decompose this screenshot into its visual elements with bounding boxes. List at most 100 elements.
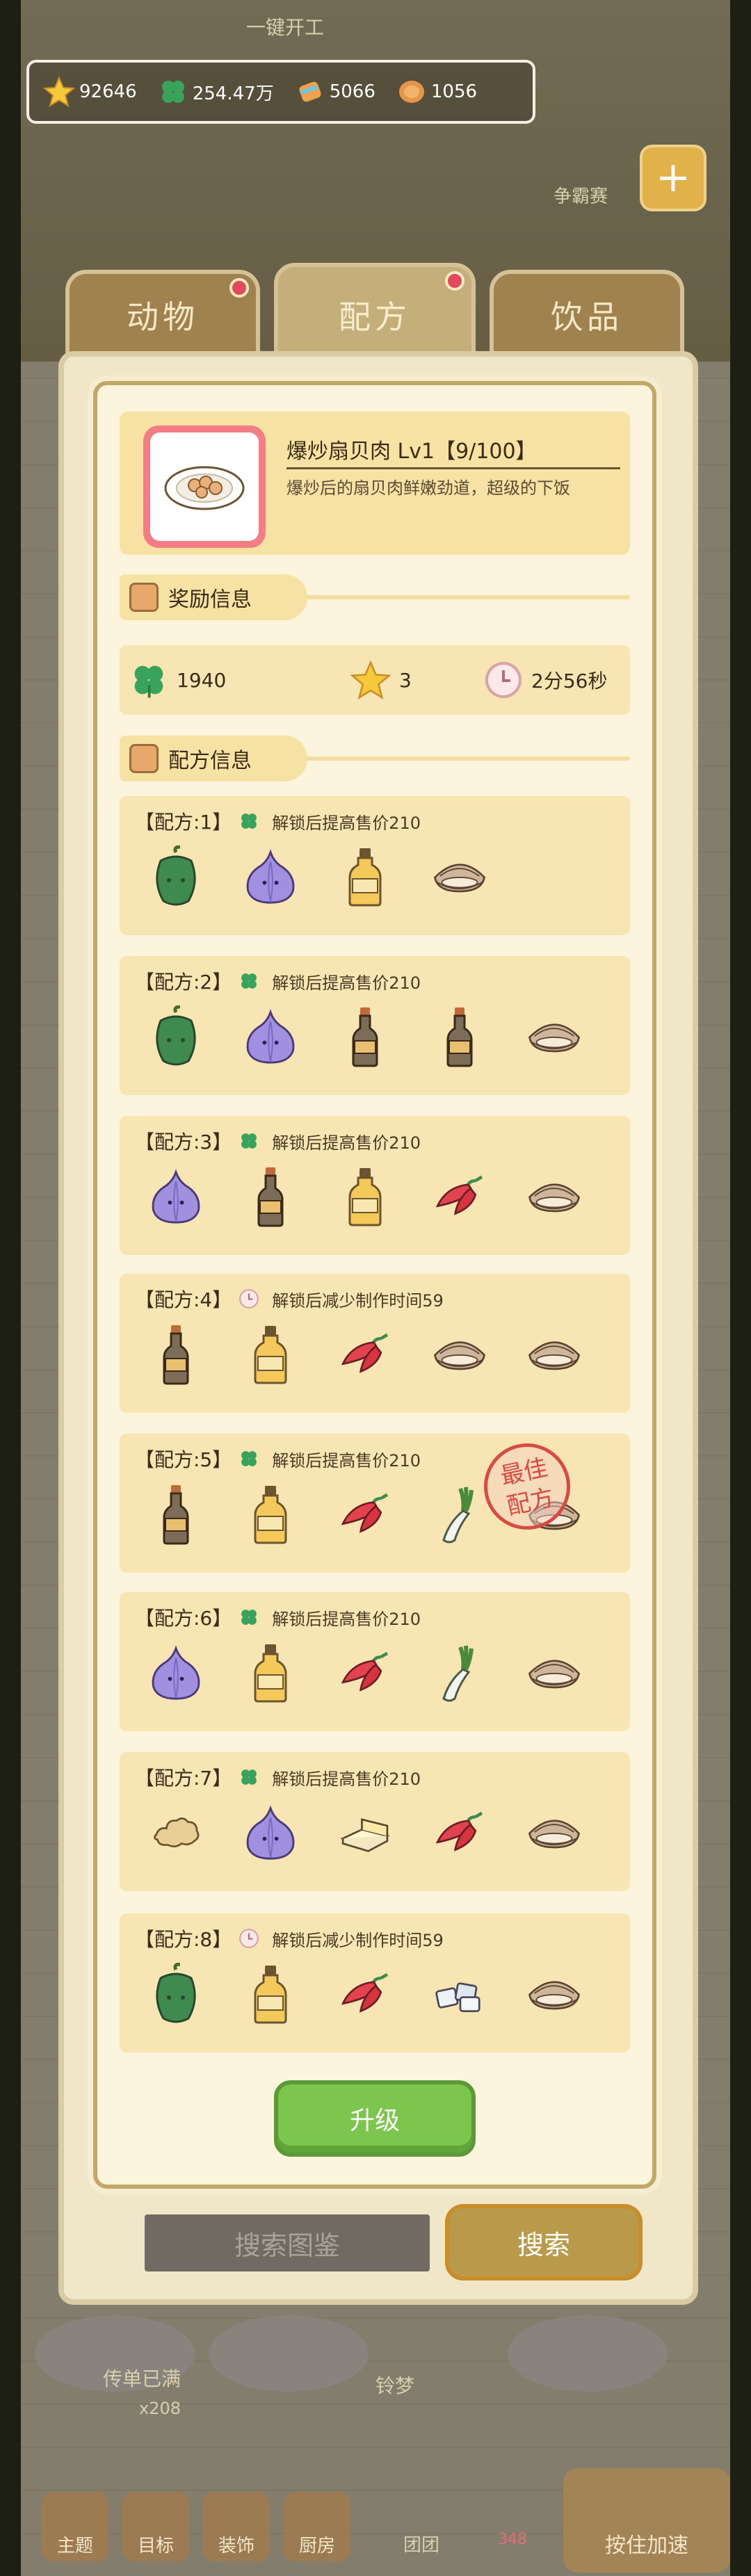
recipe-header: 【配方:1】 解锁后提高售价210 xyxy=(135,807,421,835)
recipe-label: 【配方:1】 xyxy=(135,811,232,834)
soy-sauce-icon xyxy=(337,1002,394,1071)
search-button[interactable]: 搜索 xyxy=(445,2204,643,2281)
soy-sauce-icon xyxy=(242,1162,299,1231)
clam-icon xyxy=(526,1162,583,1231)
recipe-card[interactable]: 【配方:3】 解锁后提高售价210 xyxy=(120,1116,630,1255)
recipe-bonus: 解锁后提高售价210 xyxy=(272,1769,421,1789)
resource-bar: 92646 254.47万 5066 1056 xyxy=(26,60,535,124)
clover-icon xyxy=(239,811,259,832)
notification-dot xyxy=(445,271,465,291)
recipe-card[interactable]: 【配方:6】 解锁后提高售价210 xyxy=(120,1592,630,1731)
recipe-header: 【配方:3】 解锁后提高售价210 xyxy=(135,1127,421,1155)
leek-icon xyxy=(431,1638,488,1708)
clam-icon xyxy=(526,1638,583,1708)
candy-icon xyxy=(295,76,325,107)
clam-icon xyxy=(526,1320,583,1389)
clam-icon xyxy=(431,842,488,912)
reward-time: 2分56秒 xyxy=(484,645,607,715)
tab-animals[interactable]: 动物 xyxy=(65,270,260,360)
recipe-card[interactable]: 【配方:5】 解锁后提高售价210 最佳 配方 xyxy=(120,1434,630,1573)
recipe-header: 【配方:6】 解锁后提高售价210 xyxy=(135,1603,421,1631)
recipe-label: 【配方:3】 xyxy=(135,1131,232,1153)
clover-icon xyxy=(129,661,168,699)
recipe-label: 【配方:2】 xyxy=(135,971,232,994)
onion-icon xyxy=(242,1798,299,1868)
flyer-count: x208 xyxy=(139,2399,181,2418)
notification-dot xyxy=(229,278,249,298)
candy-resource: 5066 xyxy=(295,76,376,107)
nav-theme[interactable]: 主题 xyxy=(42,2492,108,2561)
green-pepper-icon xyxy=(147,842,204,912)
ingredient-row xyxy=(147,1798,583,1868)
nav-kitchen[interactable]: 厨房 xyxy=(284,2492,350,2561)
ingredient-row xyxy=(147,842,488,912)
clover-icon xyxy=(239,1131,259,1151)
recipe-bonus: 解锁后提高售价210 xyxy=(272,1609,421,1629)
recipe-card[interactable]: 【配方:1】 解锁后提高售价210 xyxy=(120,796,630,935)
recipe-header: 【配方:5】 解锁后提高售价210 xyxy=(135,1445,421,1473)
clover-count: 254.47万 xyxy=(192,83,274,104)
contest-label[interactable]: 争霸赛 xyxy=(554,182,608,208)
ingredient-row xyxy=(147,1959,583,2029)
butter-icon xyxy=(337,1798,394,1868)
dish-image-frame xyxy=(143,426,266,548)
recipe-bonus: 解锁后提高售价210 xyxy=(272,813,421,833)
leek-icon xyxy=(431,1480,488,1549)
nav-decorate[interactable]: 装饰 xyxy=(203,2492,270,2561)
onion-icon xyxy=(147,1638,204,1708)
reward-stars: 3 xyxy=(350,645,412,715)
chili-icon xyxy=(431,1162,488,1231)
nav-label: 主题 xyxy=(56,2536,93,2557)
one-key-start-button[interactable]: 一键开工 xyxy=(209,13,362,43)
coin-count: 1056 xyxy=(430,81,478,102)
add-button[interactable]: + xyxy=(640,145,706,211)
flyer-status-label: 传单已满 xyxy=(103,2367,181,2390)
nav-goals[interactable]: 目标 xyxy=(122,2492,189,2561)
clover-icon xyxy=(239,1448,259,1469)
chili-icon xyxy=(337,1638,394,1708)
recipe-bonus: 解锁后减少制作时间59 xyxy=(272,1930,444,1950)
recipe-label: 【配方:6】 xyxy=(135,1607,232,1630)
soy-sauce-icon xyxy=(147,1320,204,1389)
temperature-label: 348 xyxy=(498,2531,527,2548)
hold-speedup-button[interactable]: 按住加速 xyxy=(563,2468,730,2573)
upgrade-button[interactable]: 升级 xyxy=(274,2080,476,2157)
reward-time-value: 2分56秒 xyxy=(531,670,608,692)
recipe-header: 【配方:8】 解锁后减少制作时间59 xyxy=(135,1925,444,1952)
tab-drinks[interactable]: 饮品 xyxy=(490,270,684,360)
chili-icon xyxy=(337,1320,394,1389)
ingredient-row xyxy=(147,1002,583,1071)
nav-label: 目标 xyxy=(137,2536,174,2557)
oil-bottle-icon xyxy=(242,1959,299,2029)
recipe-card[interactable]: 【配方:2】 解锁后提高售价210 xyxy=(120,956,630,1095)
oil-bottle-icon xyxy=(242,1480,299,1549)
group-label[interactable]: 团团 xyxy=(403,2531,439,2557)
recipe-card[interactable]: 【配方:7】 解锁后提高售价210 xyxy=(120,1752,630,1891)
recipe-card[interactable]: 【配方:4】 解锁后减少制作时间59 xyxy=(120,1274,630,1413)
chili-icon xyxy=(337,1480,394,1549)
recipe-header: 【配方:7】 解锁后提高售价210 xyxy=(135,1763,421,1791)
search-input[interactable]: 搜索图鉴 xyxy=(145,2214,430,2271)
section-title-text: 奖励信息 xyxy=(168,588,252,612)
clam-icon xyxy=(526,1798,583,1868)
recipe-card[interactable]: 【配方:8】 解锁后减少制作时间59 xyxy=(120,1913,630,2052)
clover-icon xyxy=(239,1607,259,1628)
reward-clover: 1940 xyxy=(129,645,226,715)
recipe-section-title: 配方信息 xyxy=(120,736,307,781)
candy-count: 5066 xyxy=(329,81,376,102)
clam-icon xyxy=(526,1959,583,2029)
divider xyxy=(306,595,630,599)
coin-icon xyxy=(396,76,427,107)
clover-icon xyxy=(239,1767,259,1788)
oil-bottle-icon xyxy=(337,842,394,912)
recipe-bonus: 解锁后减少制作时间59 xyxy=(272,1290,444,1311)
tab-label: 配方 xyxy=(339,298,411,336)
green-pepper-icon xyxy=(147,1959,204,2029)
divider xyxy=(286,467,620,469)
section-title-text: 配方信息 xyxy=(168,749,252,773)
star-resource: 92646 xyxy=(43,76,137,108)
clock-icon xyxy=(239,1288,259,1309)
recipe-label: 【配方:8】 xyxy=(135,1928,232,1951)
divider xyxy=(306,756,630,761)
user-name: 铃梦 xyxy=(376,2374,415,2397)
